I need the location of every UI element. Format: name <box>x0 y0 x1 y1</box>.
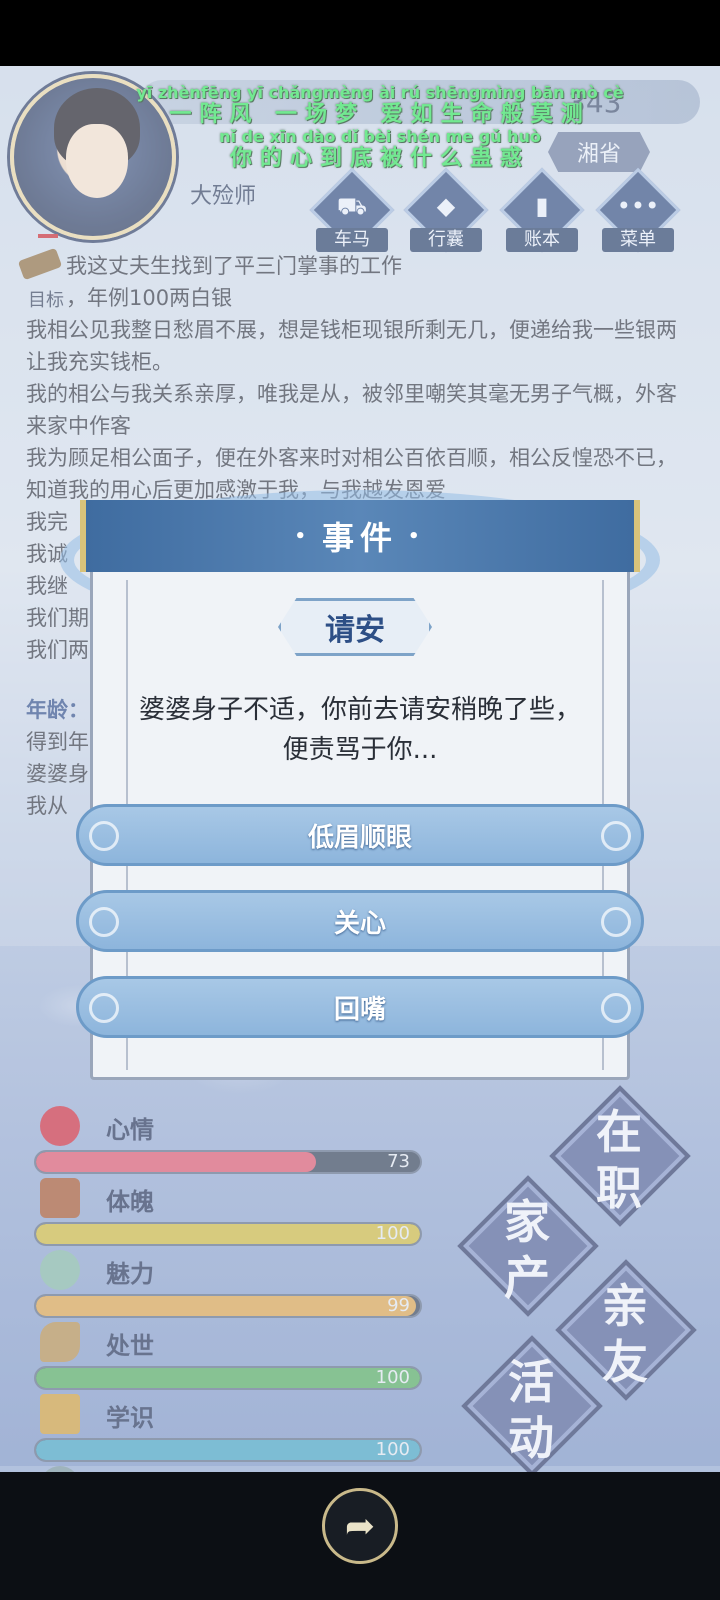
share-icon: ➦ <box>344 1505 376 1547</box>
event-description: 婆婆身子不适，你前去请安稍晚了些，便责骂于你... <box>138 695 581 765</box>
event-name-badge: 请安 <box>278 598 432 656</box>
cloud-swirl-icon <box>601 993 631 1023</box>
modal-header: • 事件 • <box>80 500 640 572</box>
share-button[interactable]: ➦ <box>322 1488 398 1564</box>
choice-label: 关心 <box>333 908 386 939</box>
cloud-swirl-icon <box>601 821 631 851</box>
cloud-swirl-icon <box>89 993 119 1023</box>
choice-label: 低眉顺眼 <box>307 822 412 853</box>
choice-button[interactable]: 回嘴 <box>76 976 644 1038</box>
modal-title: 事件 <box>321 519 398 557</box>
cloud-swirl-icon <box>601 907 631 937</box>
choice-button[interactable]: 关心 <box>76 890 644 952</box>
cloud-swirl-icon <box>89 821 119 851</box>
choice-button[interactable]: 低眉顺眼 <box>76 804 644 866</box>
status-bar <box>0 0 720 66</box>
choice-label: 回嘴 <box>333 994 386 1025</box>
cloud-swirl-icon <box>89 907 119 937</box>
